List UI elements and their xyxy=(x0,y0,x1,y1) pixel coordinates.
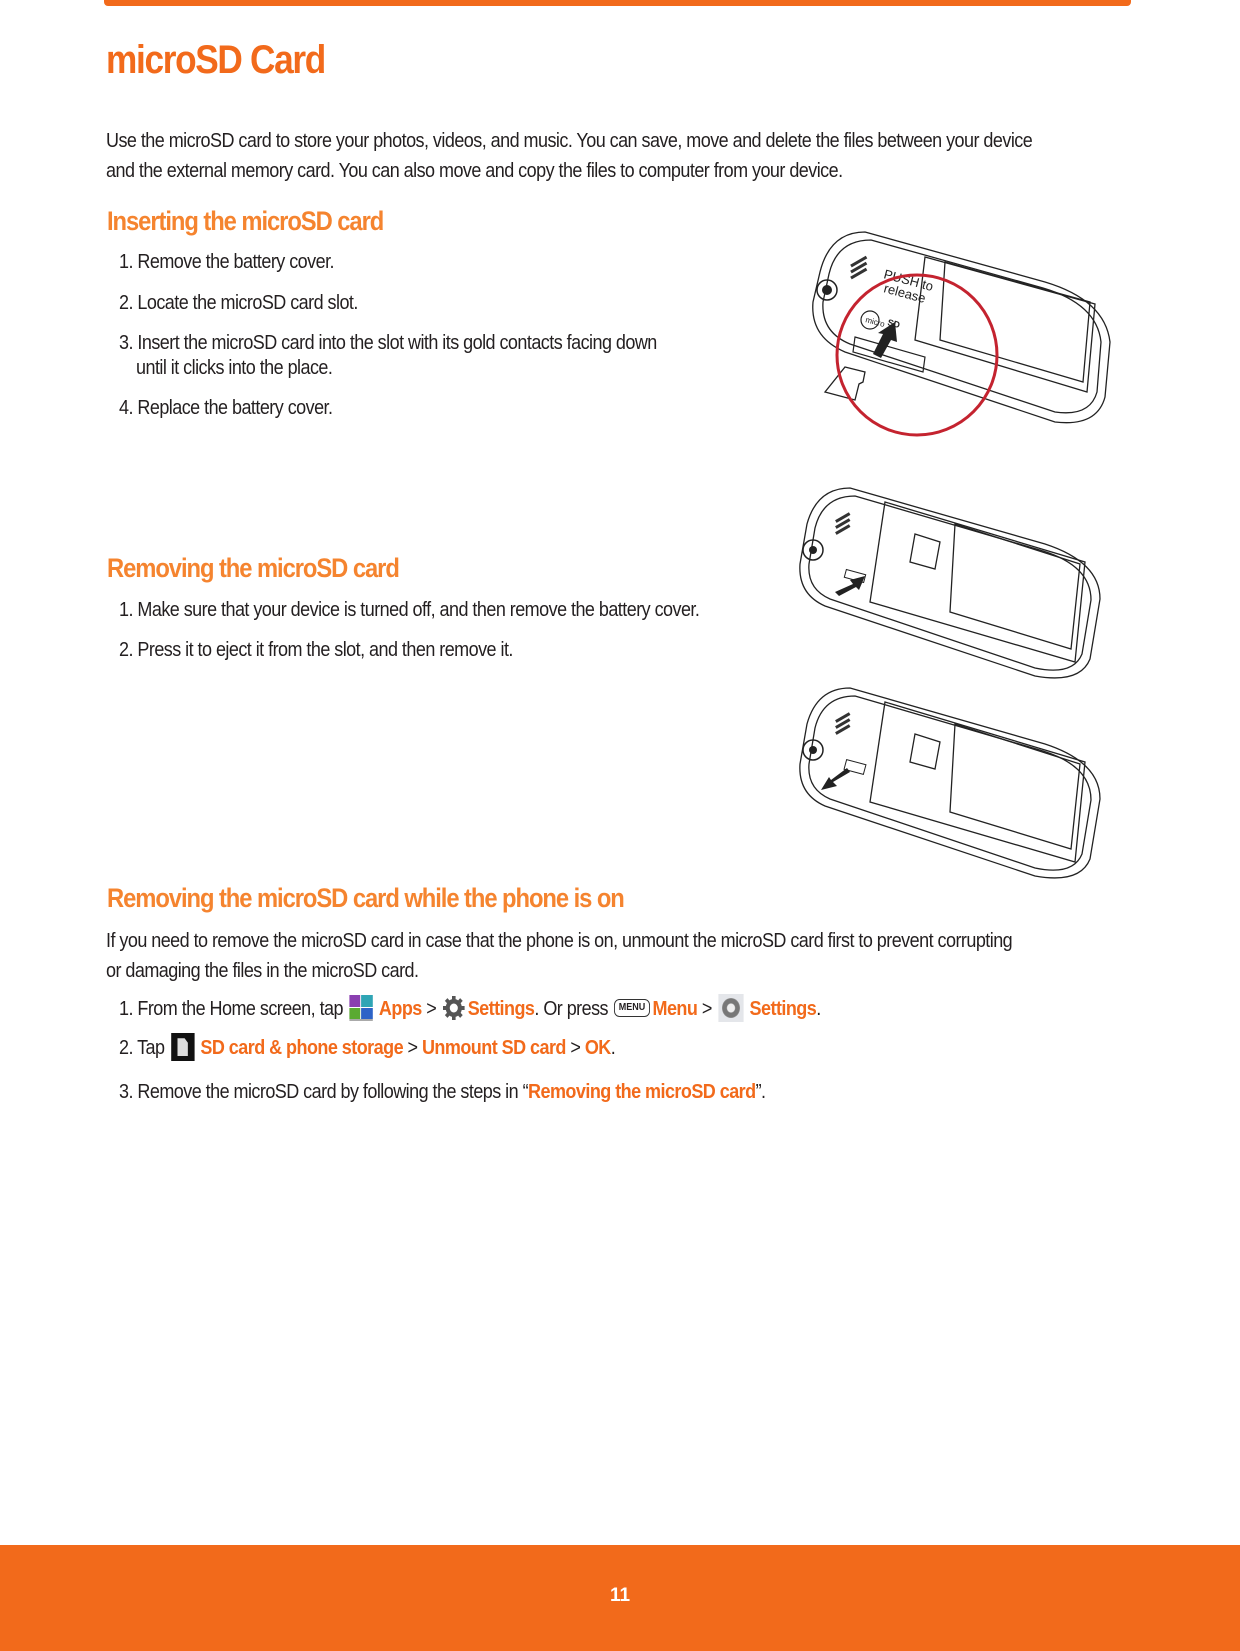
settings-link[interactable]: Settings xyxy=(468,998,535,1020)
removing-section-link[interactable]: Removing the microSD card xyxy=(528,1081,756,1103)
settings-dial-icon xyxy=(718,994,744,1023)
insert-card-illustration: PUSH to release micro SD xyxy=(812,231,1111,437)
separator: > xyxy=(426,998,437,1020)
intro-line-1: Use the microSD card to store your photo… xyxy=(106,130,1033,152)
separator: > xyxy=(570,1037,581,1059)
phone-body-outline xyxy=(812,231,1111,424)
step2-prefix: 2. Tap xyxy=(119,1037,165,1059)
menu-link[interactable]: Menu xyxy=(653,998,698,1020)
section-heading-removing: Removing the microSD card xyxy=(107,553,400,583)
eject-card-illustration xyxy=(799,687,1101,879)
removing-on-step-2: 2. Tap SD card & phone storage > Unmount… xyxy=(119,1033,616,1064)
removing-on-para-1: If you need to remove the microSD card i… xyxy=(106,930,1013,952)
period: . xyxy=(816,998,821,1020)
step1-mid-text: . Or press xyxy=(534,998,609,1020)
step1-prefix: 1. From the Home screen, tap xyxy=(119,998,344,1020)
menu-key-icon: MENU xyxy=(614,999,650,1018)
removing-on-step-1: 1. From the Home screen, tap Apps > Sett… xyxy=(119,994,821,1025)
apps-link[interactable]: Apps xyxy=(379,998,422,1020)
eject-arrow-icon xyxy=(821,768,850,790)
step3-prefix: 3. Remove the microSD card by following … xyxy=(119,1081,529,1103)
removing-step-1: 1. Make sure that your device is turned … xyxy=(119,599,700,621)
section-heading-removing-on: Removing the microSD card while the phon… xyxy=(107,883,625,913)
sd-card-storage-icon xyxy=(170,1033,195,1062)
inserting-step-3-cont: until it clicks into the place. xyxy=(136,357,333,379)
apps-icon xyxy=(349,995,373,1022)
section-heading-inserting: Inserting the microSD card xyxy=(107,206,384,236)
inserting-step-4: 4. Replace the battery cover. xyxy=(119,397,333,419)
unmount-sd-card-link[interactable]: Unmount SD card xyxy=(422,1037,566,1059)
removing-on-step-3: 3. Remove the microSD card by following … xyxy=(119,1077,766,1107)
removing-step-2: 2. Press it to eject it from the slot, a… xyxy=(119,639,513,661)
page-number: 11 xyxy=(609,1585,631,1606)
step3-end: ”. xyxy=(755,1081,766,1103)
inserting-step-2: 2. Locate the microSD card slot. xyxy=(119,292,358,314)
page-footer: 11 xyxy=(0,1545,1240,1651)
intro-line-2: and the external memory card. You can al… xyxy=(106,160,843,182)
settings-gear-icon xyxy=(443,996,466,1021)
removing-on-para-2: or damaging the files in the microSD car… xyxy=(106,960,419,982)
separator: > xyxy=(701,998,713,1020)
ok-link[interactable]: OK xyxy=(585,1037,611,1059)
press-card-illustration xyxy=(799,487,1101,679)
period: . xyxy=(610,1037,616,1059)
inserting-step-1: 1. Remove the battery cover. xyxy=(119,251,335,273)
settings-link-2[interactable]: Settings xyxy=(750,998,817,1020)
top-accent-bar xyxy=(104,0,1131,6)
page-title: microSD Card xyxy=(106,38,326,82)
sd-card-storage-link[interactable]: SD card & phone storage xyxy=(200,1037,403,1059)
speaker-grille-icon xyxy=(850,255,868,280)
separator: > xyxy=(407,1037,419,1059)
microsd-card-icon xyxy=(823,366,866,401)
